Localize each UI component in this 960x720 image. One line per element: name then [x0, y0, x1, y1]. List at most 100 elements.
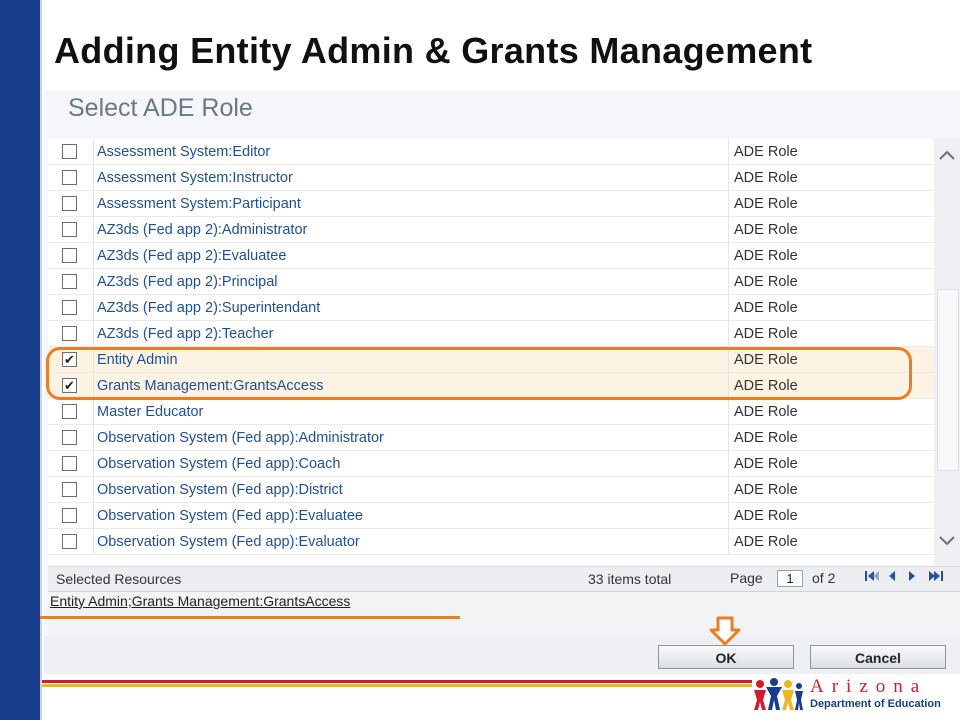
row-checkbox[interactable]	[62, 430, 77, 445]
side-bar-divider	[40, 0, 42, 720]
ade-logo: Arizona Department of Education	[752, 674, 960, 718]
table-row[interactable]: AZ3ds (Fed app 2):Principal ADE Role	[48, 269, 934, 295]
vertical-scrollbar[interactable]	[934, 139, 960, 565]
role-type: ADE Role	[734, 300, 798, 316]
role-name[interactable]: AZ3ds (Fed app 2):Administrator	[97, 222, 307, 238]
first-page-icon[interactable]	[864, 569, 880, 586]
scrollbar-thumb[interactable]	[937, 289, 959, 471]
selected-resources-box: Entity Admin;Grants Management:GrantsAcc…	[48, 591, 960, 636]
role-type: ADE Role	[734, 482, 798, 498]
row-checkbox[interactable]	[62, 534, 77, 549]
table-row[interactable]: Observation System (Fed app):Evaluatee AD…	[48, 503, 934, 529]
column-divider	[728, 451, 729, 477]
row-checkbox[interactable]	[62, 300, 77, 315]
role-type: ADE Role	[734, 456, 798, 472]
table-row[interactable]: Observation System (Fed app):Coach ADE Ro…	[48, 451, 934, 477]
page-count-label: of 2	[812, 570, 836, 586]
row-checkbox[interactable]	[62, 274, 77, 289]
role-type: ADE Role	[734, 326, 798, 342]
column-divider	[728, 269, 729, 295]
role-type: ADE Role	[734, 248, 798, 264]
role-type: ADE Role	[734, 274, 798, 290]
column-divider	[93, 295, 94, 321]
column-divider	[728, 295, 729, 321]
column-divider	[93, 243, 94, 269]
table-row[interactable]: Observation System (Fed app):Evaluator AD…	[48, 529, 934, 555]
column-divider	[728, 243, 729, 269]
role-name[interactable]: Observation System (Fed app):Evaluatee	[97, 508, 363, 524]
role-name[interactable]: AZ3ds (Fed app 2):Teacher	[97, 326, 274, 342]
scroll-down-icon[interactable]	[938, 531, 956, 552]
row-checkbox[interactable]	[62, 404, 77, 419]
row-checkbox[interactable]	[62, 222, 77, 237]
selected-resources-text[interactable]: Entity Admin;Grants Management:GrantsAcc…	[50, 593, 350, 609]
role-name[interactable]: AZ3ds (Fed app 2):Superintendant	[97, 300, 320, 316]
column-divider	[93, 165, 94, 191]
column-divider	[728, 191, 729, 217]
column-divider	[93, 477, 94, 503]
role-type: ADE Role	[734, 404, 798, 420]
role-name[interactable]: Master Educator	[97, 404, 203, 420]
role-type: ADE Role	[734, 170, 798, 186]
column-divider	[93, 451, 94, 477]
role-type: ADE Role	[734, 144, 798, 160]
table-row[interactable]: Assessment System:Editor ADE Role	[48, 139, 934, 165]
row-checkbox[interactable]	[62, 144, 77, 159]
column-divider	[93, 269, 94, 295]
column-divider	[728, 529, 729, 555]
role-type: ADE Role	[734, 222, 798, 238]
table-row[interactable]: Master Educator ADE Role	[48, 399, 934, 425]
column-divider	[93, 217, 94, 243]
items-total: 33 items total	[588, 571, 672, 587]
previous-page-icon[interactable]	[886, 569, 898, 586]
column-divider	[93, 425, 94, 451]
table-row[interactable]: Assessment System:Participant ADE Role	[48, 191, 934, 217]
column-divider	[728, 477, 729, 503]
cancel-button[interactable]: Cancel	[810, 645, 946, 669]
table-row[interactable]: AZ3ds (Fed app 2):Teacher ADE Role	[48, 321, 934, 347]
table-row[interactable]: Observation System (Fed app):Administrat…	[48, 425, 934, 451]
dialog-title: Select ADE Role	[68, 94, 253, 122]
row-checkbox[interactable]	[62, 508, 77, 523]
next-page-icon[interactable]	[906, 569, 918, 586]
table-row[interactable]: Observation System (Fed app):District ADE…	[48, 477, 934, 503]
column-divider	[93, 139, 94, 165]
row-checkbox[interactable]	[62, 326, 77, 341]
row-checkbox[interactable]	[62, 170, 77, 185]
role-name[interactable]: Assessment System:Participant	[97, 196, 301, 212]
role-name[interactable]: Assessment System:Editor	[97, 144, 270, 160]
column-divider	[728, 503, 729, 529]
role-type: ADE Role	[734, 534, 798, 550]
column-divider	[728, 217, 729, 243]
role-name[interactable]: Observation System (Fed app):Evaluator	[97, 534, 360, 550]
table-row[interactable]: AZ3ds (Fed app 2):Evaluatee ADE Role	[48, 243, 934, 269]
logo-wordmark: Arizona	[810, 676, 928, 697]
column-divider	[93, 503, 94, 529]
row-checkbox[interactable]	[62, 196, 77, 211]
row-checkbox[interactable]	[62, 248, 77, 263]
page-number-input[interactable]	[777, 570, 803, 587]
table-row[interactable]: AZ3ds (Fed app 2):Superintendant ADE Role	[48, 295, 934, 321]
last-page-icon[interactable]	[928, 569, 944, 586]
role-name[interactable]: AZ3ds (Fed app 2):Evaluatee	[97, 248, 286, 264]
role-type: ADE Role	[734, 430, 798, 446]
column-divider	[728, 425, 729, 451]
role-name[interactable]: Observation System (Fed app):Administrat…	[97, 430, 384, 446]
row-checkbox[interactable]	[62, 456, 77, 471]
column-divider	[93, 529, 94, 555]
row-checkbox[interactable]	[62, 482, 77, 497]
table-row[interactable]: AZ3ds (Fed app 2):Administrator ADE Role	[48, 217, 934, 243]
logo-subtitle: Department of Education	[810, 698, 941, 710]
role-type: ADE Role	[734, 196, 798, 212]
role-name[interactable]: AZ3ds (Fed app 2):Principal	[97, 274, 278, 290]
role-name[interactable]: Observation System (Fed app):Coach	[97, 456, 340, 472]
annotation-highlight-oval	[46, 347, 912, 400]
scroll-up-icon[interactable]	[938, 145, 956, 166]
column-divider	[93, 399, 94, 425]
role-name[interactable]: Assessment System:Instructor	[97, 170, 293, 186]
role-name[interactable]: Observation System (Fed app):District	[97, 482, 343, 498]
table-row[interactable]: Assessment System:Instructor ADE Role	[48, 165, 934, 191]
side-bar	[0, 0, 40, 720]
annotation-down-arrow-icon	[708, 616, 742, 651]
column-divider	[728, 321, 729, 347]
